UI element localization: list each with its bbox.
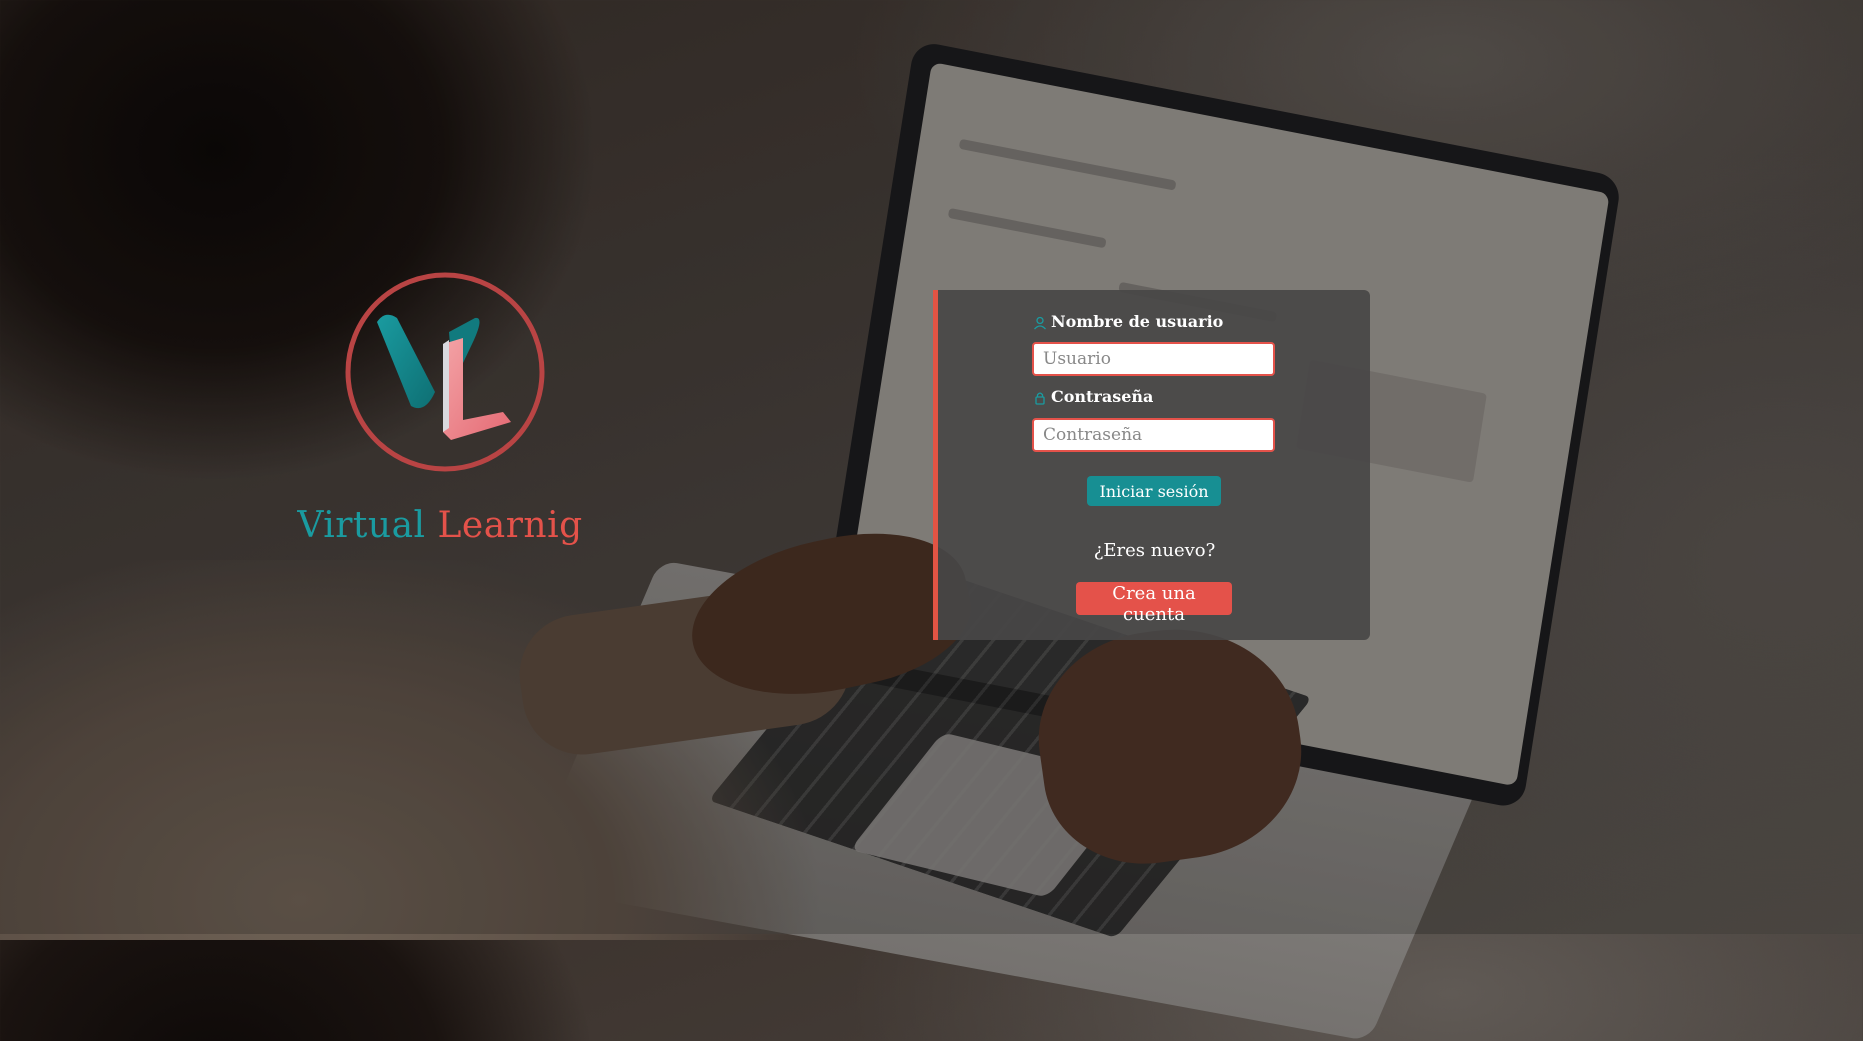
- username-label: Nombre de usuario: [1051, 312, 1224, 331]
- brand-name: Virtual Learnig: [290, 505, 590, 546]
- brand-word-virtual: Virtual: [297, 505, 426, 546]
- username-label-row: Nombre de usuario: [1033, 312, 1223, 331]
- laptop-trackpad: [849, 732, 1141, 898]
- brand-word-learnig: Learnig: [437, 505, 583, 546]
- brand-logo: [345, 272, 545, 472]
- user-icon: [1033, 315, 1047, 329]
- brand-logo-mark: [345, 272, 545, 472]
- background-photo: [0, 0, 1863, 1041]
- lock-icon: [1033, 390, 1047, 405]
- right-hand: [1025, 613, 1315, 877]
- password-input[interactable]: [1032, 418, 1275, 452]
- new-user-prompt: ¿Eres nuevo?: [1093, 540, 1216, 561]
- username-input[interactable]: [1032, 342, 1275, 376]
- password-label-row: Contraseña: [1033, 387, 1153, 406]
- password-label: Contraseña: [1051, 387, 1154, 406]
- person-arm: [511, 577, 859, 763]
- login-button[interactable]: Iniciar sesión: [1087, 476, 1221, 506]
- person-sweater: [0, 560, 860, 940]
- create-account-button[interactable]: Crea una cuenta: [1076, 582, 1232, 625]
